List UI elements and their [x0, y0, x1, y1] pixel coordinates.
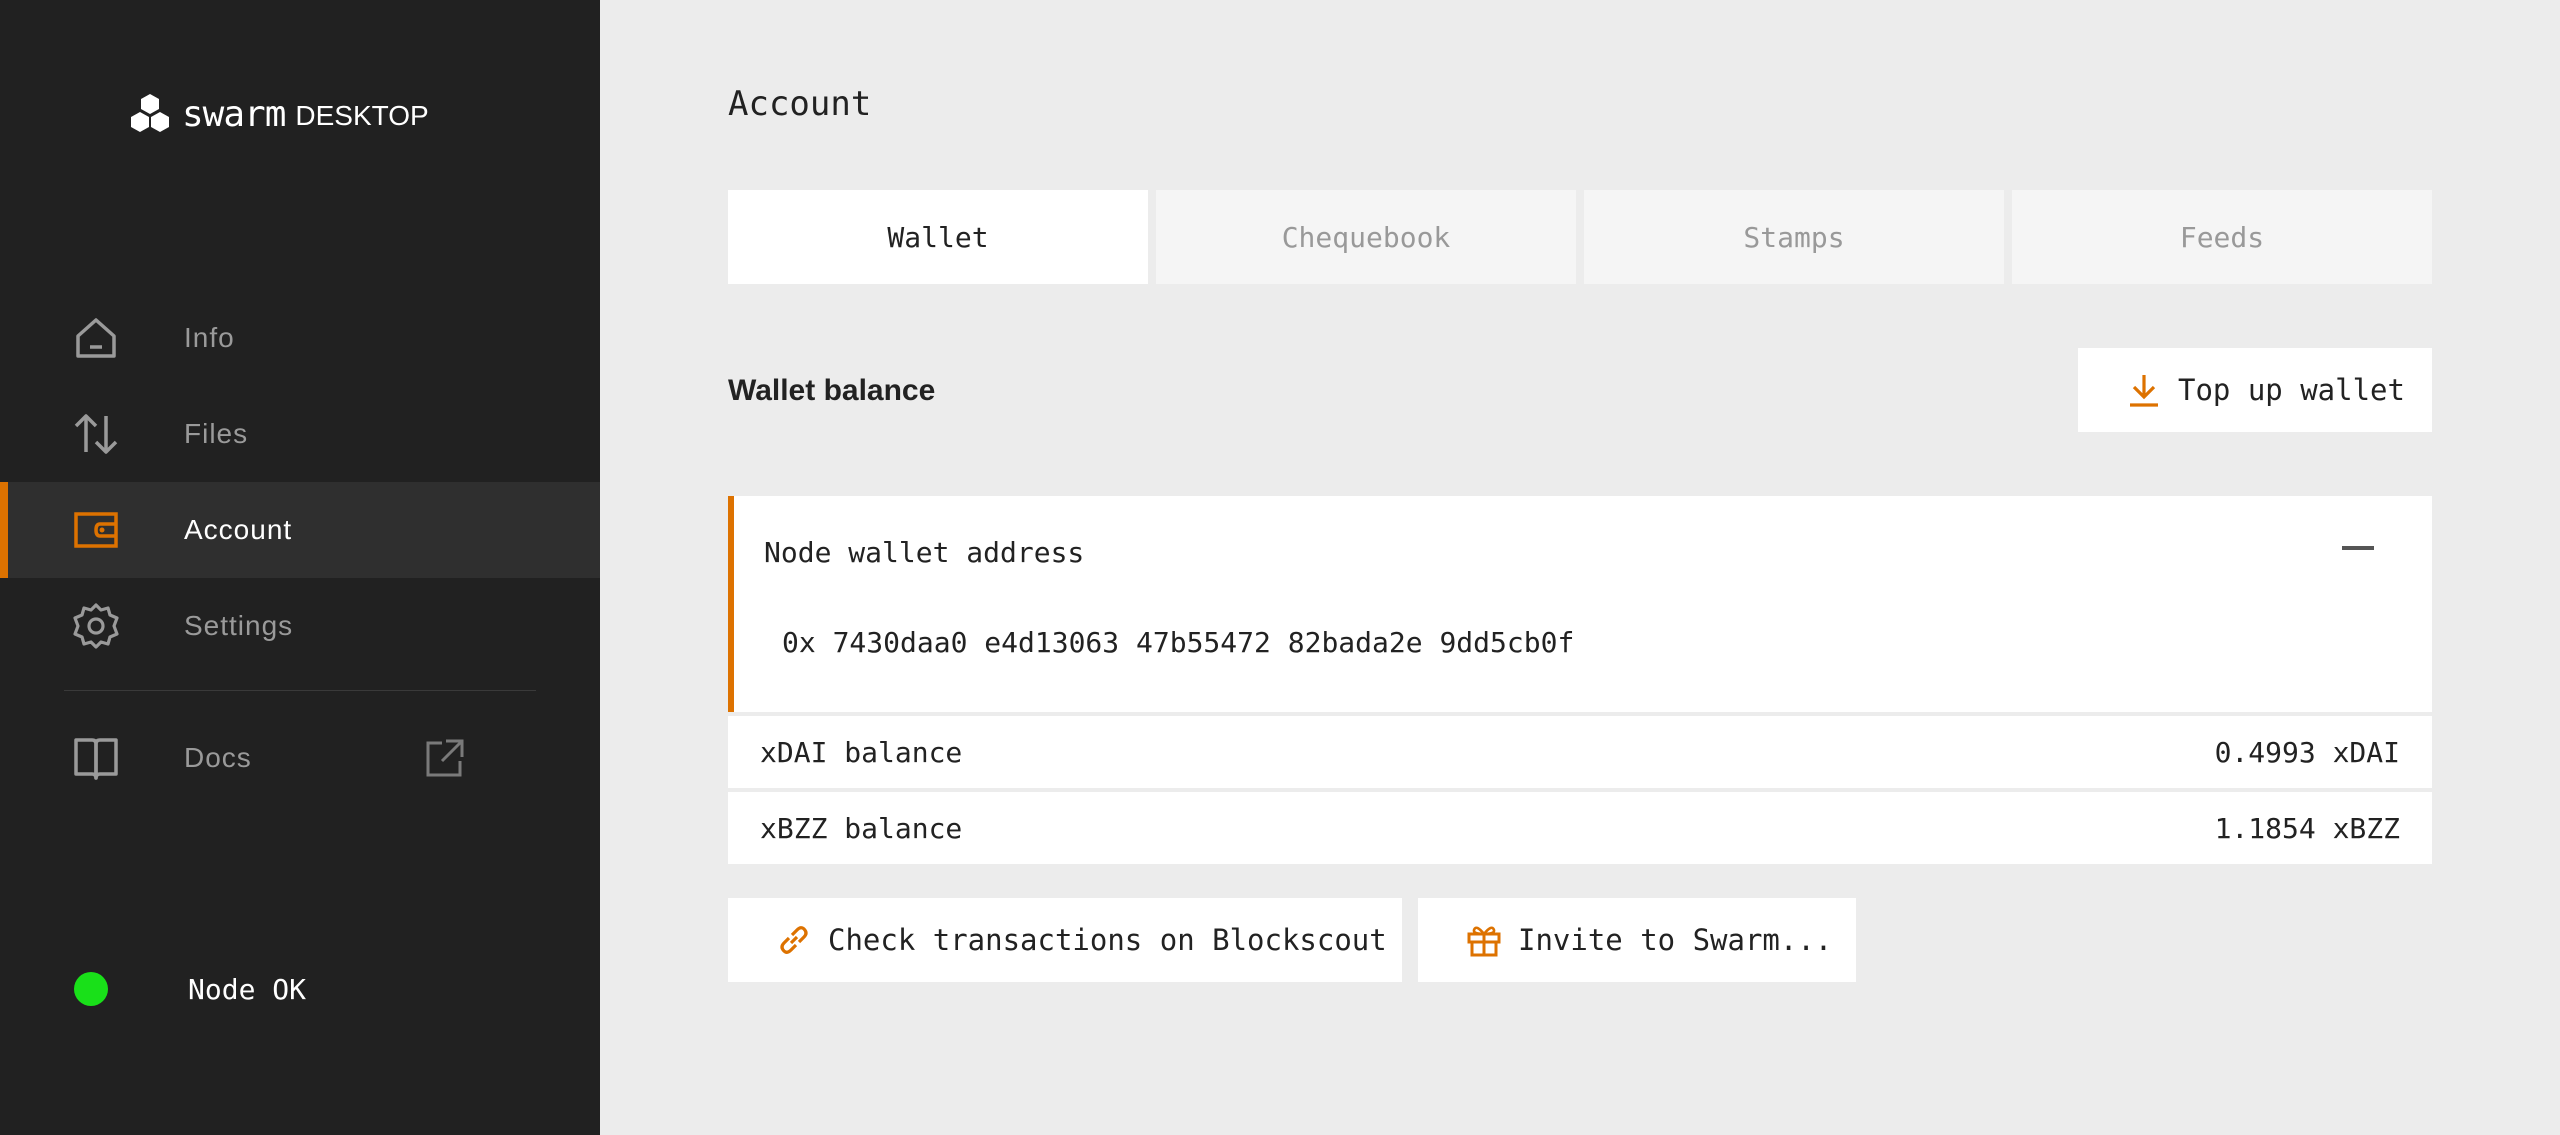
sidebar-item-label: Info [184, 322, 235, 353]
main-content: Account Wallet Chequebook Stamps Feeds W… [600, 0, 2560, 1135]
gear-icon [73, 603, 119, 649]
invite-to-swarm-label: Invite to Swarm... [1518, 923, 1833, 957]
wallet-address-value[interactable]: 0x 7430daa0 e4d13063 47b55472 82bada2e 9… [782, 626, 1574, 659]
book-icon [74, 738, 118, 780]
balance-label: xDAI balance [760, 735, 963, 769]
sidebar-divider [64, 690, 536, 691]
sidebar-item-info[interactable]: Info [0, 290, 600, 386]
balance-value: 1.1854 xBZZ [2214, 811, 2400, 845]
wallet-icon [74, 512, 118, 548]
sidebar-item-label: Files [184, 418, 249, 449]
sidebar-item-label: Docs [184, 742, 252, 773]
top-up-wallet-button[interactable]: Top up wallet [2078, 348, 2432, 432]
check-transactions-label: Check transactions on Blockscout [828, 923, 1387, 957]
collapse-icon[interactable] [2342, 546, 2374, 550]
active-indicator [0, 482, 8, 578]
top-up-wallet-label: Top up wallet [2178, 373, 2405, 407]
status-label: Node OK [188, 972, 307, 1006]
node-wallet-address-card: Node wallet address 0x 7430daa0 e4d13063… [728, 496, 2432, 712]
sidebar-item-settings[interactable]: Settings [0, 578, 600, 674]
sidebar: swarm DESKTOP Info Files Account Setting… [0, 0, 600, 1135]
download-icon [2130, 375, 2158, 407]
link-icon [780, 926, 808, 954]
address-card-label: Node wallet address [764, 536, 1085, 569]
xdai-balance-row: xDAI balance 0.4993 xDAI [728, 716, 2432, 788]
tab-stamps[interactable]: Stamps [1584, 190, 2004, 284]
check-transactions-button[interactable]: Check transactions on Blockscout [728, 898, 1402, 982]
sidebar-item-label: Account [184, 514, 293, 545]
sidebar-item-label: Settings [184, 610, 294, 641]
xbzz-balance-row: xBZZ balance 1.1854 xBZZ [728, 792, 2432, 864]
logo-wordmark: swarm [182, 93, 286, 135]
transfer-arrows-icon [74, 414, 118, 454]
balance-label: xBZZ balance [760, 811, 963, 845]
wallet-balance-heading: Wallet balance [728, 374, 936, 407]
swarm-hexagons-icon [131, 94, 169, 132]
app-logo[interactable]: swarm DESKTOP [128, 90, 429, 138]
sidebar-item-docs[interactable]: Docs [0, 710, 600, 806]
status-indicator-icon [74, 972, 108, 1006]
tab-chequebook[interactable]: Chequebook [1156, 190, 1576, 284]
home-icon [76, 318, 116, 358]
gift-icon [1467, 926, 1501, 957]
sidebar-item-account[interactable]: Account [0, 482, 600, 578]
tab-wallet[interactable]: Wallet [728, 190, 1148, 284]
node-status: Node OK [74, 972, 306, 1006]
balance-value: 0.4993 xDAI [2214, 735, 2400, 769]
invite-to-swarm-button[interactable]: Invite to Swarm... [1418, 898, 1856, 982]
page-title: Account [728, 84, 872, 124]
tab-feeds[interactable]: Feeds [2012, 190, 2432, 284]
external-link-icon [426, 739, 464, 777]
logo-subtitle: DESKTOP [295, 100, 429, 131]
sidebar-item-files[interactable]: Files [0, 386, 600, 482]
